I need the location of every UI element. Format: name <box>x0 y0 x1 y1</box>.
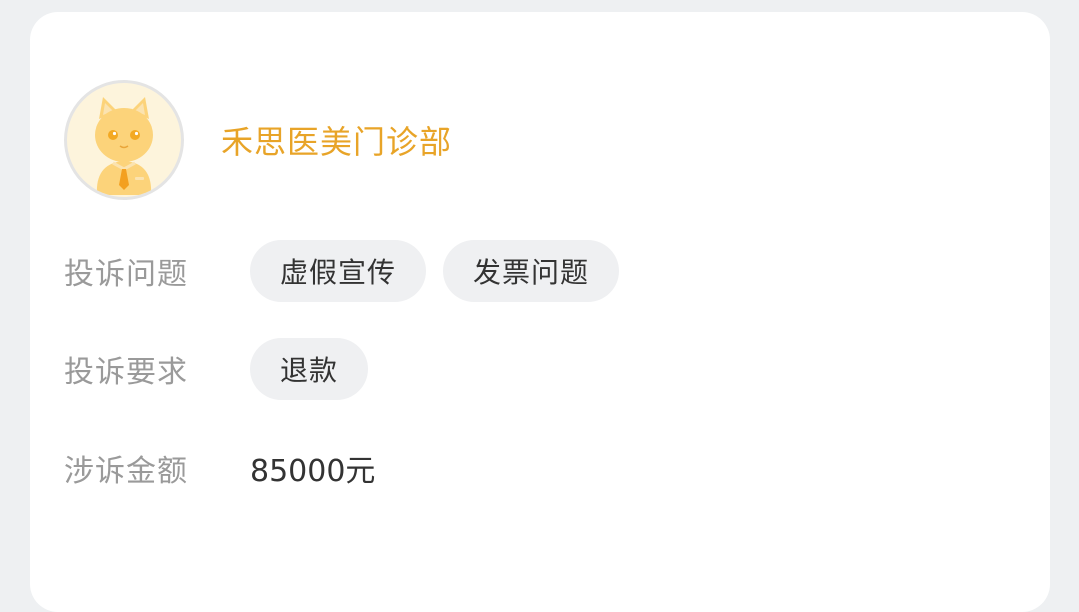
complaint-requirements-row: 投诉要求 退款 <box>64 338 385 400</box>
complaint-issues-label: 投诉问题 <box>64 257 188 292</box>
complaint-amount-row: 涉诉金额 85000元 <box>64 446 375 490</box>
requirement-tag-refund: 退款 <box>250 338 369 400</box>
complaint-issues-row: 投诉问题 虚假宣传 发票问题 <box>64 240 636 302</box>
cat-mascot-icon <box>95 97 153 195</box>
merchant-avatar[interactable] <box>64 80 184 200</box>
complaint-amount-value: 85000元 <box>250 454 376 489</box>
issue-tag-invoice: 发票问题 <box>443 240 620 302</box>
complaint-card: 禾思医美门诊部 投诉问题 虚假宣传 发票问题 投诉要求 退款 涉诉金额 8500… <box>30 12 1050 612</box>
issue-tag-false-advertising: 虚假宣传 <box>250 240 427 302</box>
complaint-requirements-label: 投诉要求 <box>64 355 188 390</box>
merchant-header[interactable]: 禾思医美门诊部 <box>64 80 452 200</box>
merchant-name[interactable]: 禾思医美门诊部 <box>221 117 452 163</box>
complaint-amount-label: 涉诉金额 <box>64 454 188 489</box>
